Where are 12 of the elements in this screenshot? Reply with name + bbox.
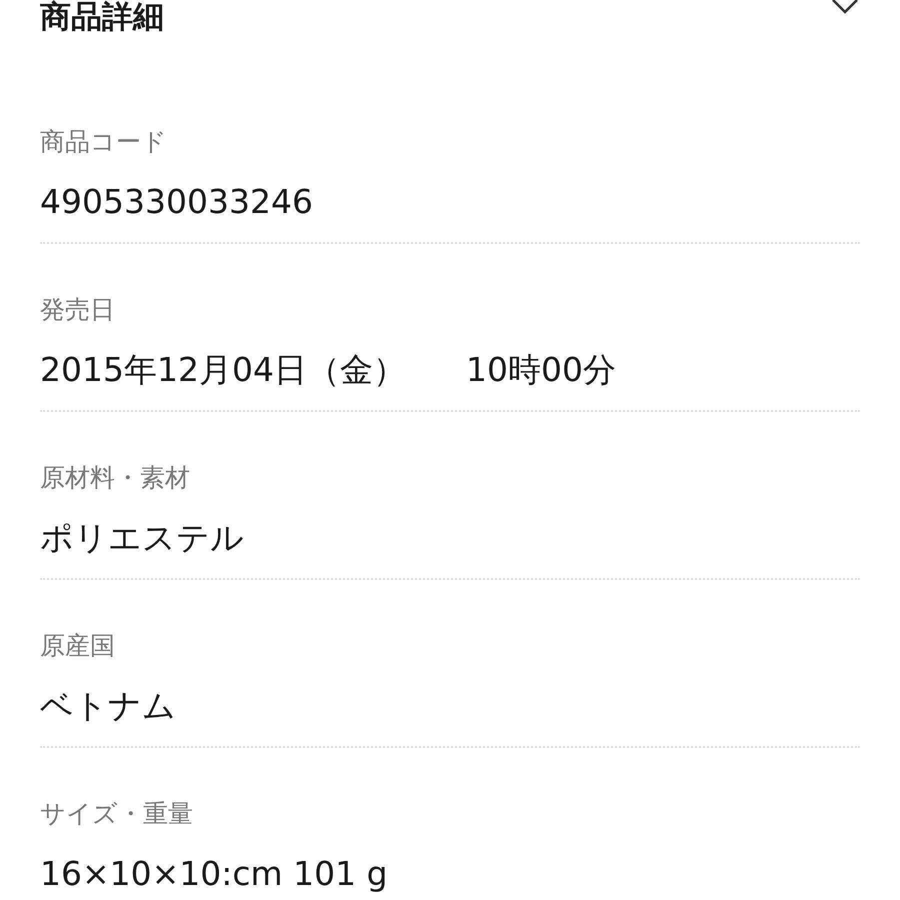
field-value: ベトナム (40, 686, 176, 726)
field-label: 原産国 (40, 631, 116, 661)
field-label: 発売日 (40, 295, 116, 325)
field-label: 原材料・素材 (40, 463, 191, 493)
field-label: 商品コード (40, 127, 168, 157)
page-title: 商品詳細 (40, 0, 164, 34)
field-value: 16×10×10:cm 101 g (40, 854, 388, 894)
field-value: ポリエステル (40, 518, 244, 558)
field-label: サイズ・重量 (40, 799, 194, 829)
field-value: 10時00分 (466, 350, 616, 390)
field-value: 2015年12月04日（金） (40, 350, 406, 390)
field-value: 4905330033246 (40, 182, 313, 222)
